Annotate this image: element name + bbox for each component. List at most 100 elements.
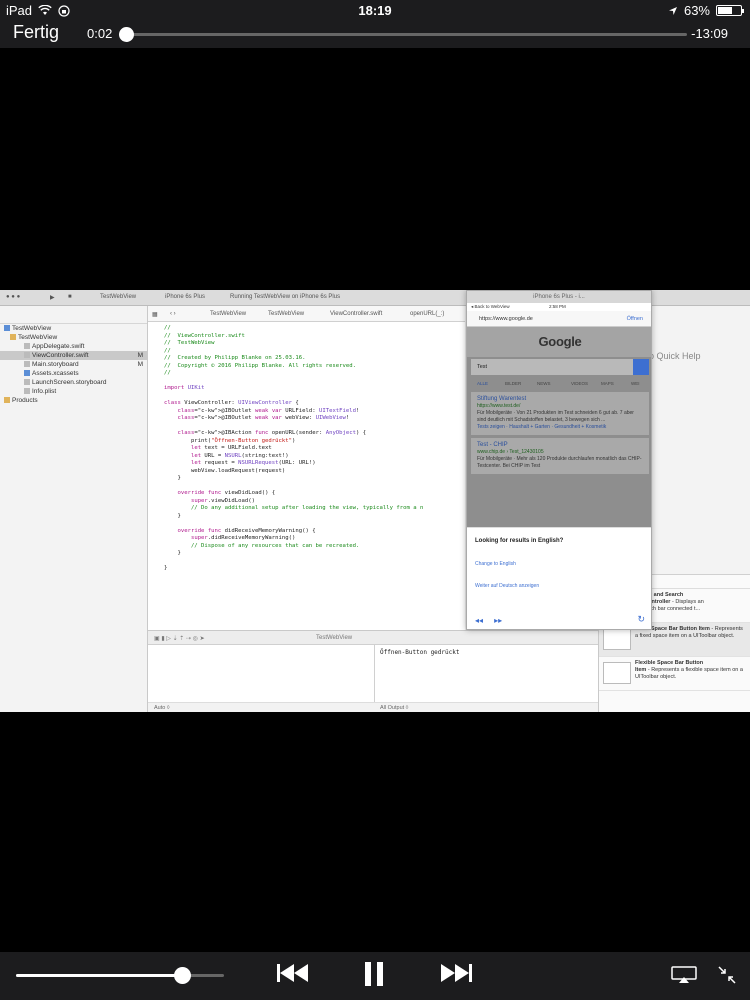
- debug-controls-icons: ▣ ▮ ▷ ⇣ ⇡ ⇢ ◎ ➤: [154, 636, 205, 642]
- debug-bar: ▣ ▮ ▷ ⇣ ⇡ ⇢ ◎ ➤ TestWebView: [148, 631, 598, 645]
- code-line: let request = NSURLRequest(URL: URL!): [190, 460, 316, 466]
- navigator-row[interactable]: Info.plist: [0, 387, 147, 396]
- search-icon[interactable]: [633, 359, 649, 375]
- volume-knob[interactable]: [174, 967, 192, 984]
- code-line: let text = URLField.text: [190, 445, 272, 451]
- url-field[interactable]: https://www.google.de: [479, 316, 533, 322]
- tab-videos[interactable]: VIDEOS: [571, 381, 588, 386]
- airplay-icon[interactable]: [671, 966, 697, 984]
- code-line: }: [164, 565, 168, 571]
- tab-more[interactable]: WEI: [631, 381, 640, 386]
- navigator-row[interactable]: TestWebView: [0, 333, 147, 342]
- url-bar: https://www.google.de Öffnen: [467, 311, 651, 327]
- search-result[interactable]: Stiftung Warentest https://www.test.de/ …: [471, 392, 649, 435]
- player-controls: [0, 952, 750, 1000]
- code-editor[interactable]: //// ViewController.swift// TestWebView /…: [148, 322, 465, 630]
- remaining-time: -13:09: [691, 26, 728, 41]
- search-result[interactable]: Test - CHIP www.chip.de › Test_12430105 …: [471, 438, 649, 474]
- open-button[interactable]: Öffnen: [627, 316, 643, 322]
- battery-icon: [716, 5, 744, 16]
- navigator-row[interactable]: AppDelegate.swift: [0, 342, 147, 351]
- code-line: // Dispose of any resources that can be …: [164, 542, 360, 549]
- language-prompt: Looking for results in English? Change t…: [467, 527, 651, 629]
- variables-scope[interactable]: Auto ◊: [154, 705, 170, 711]
- debug-area: ▣ ▮ ▷ ⇣ ⇡ ⇢ ◎ ➤ TestWebView Öffnen-Butto…: [148, 630, 598, 712]
- code-line: //: [164, 347, 171, 354]
- console-filter[interactable]: All Output ◊: [380, 705, 408, 711]
- volume-slider[interactable]: [16, 967, 224, 984]
- library-item[interactable]: Flexible Space Bar Button Item - Represe…: [599, 657, 750, 691]
- jump-bar: ▦ ‹ › TestWebView TestWebView ViewContro…: [148, 306, 465, 322]
- tab-images[interactable]: BILDER: [505, 381, 521, 386]
- volume-level: [16, 974, 183, 977]
- scheme-name: TestWebView: [100, 294, 137, 300]
- ios-simulator: iPhone 6s Plus - i... ◂ Back to WebView …: [466, 290, 652, 630]
- simulator-status-bar: ◂ Back to WebView 2:58 PM: [467, 303, 651, 311]
- plist-icon: [24, 388, 30, 394]
- status-time: 18:19: [358, 3, 392, 18]
- google-search-box[interactable]: Test: [471, 359, 649, 375]
- browser-back-forward-icon[interactable]: ◂◂ ▸▸: [475, 616, 502, 625]
- battery-level: [718, 7, 732, 14]
- back-forward-icon: ‹ ›: [170, 311, 176, 317]
- done-button[interactable]: Fertig: [13, 22, 59, 43]
- tab-news[interactable]: NEWS: [537, 381, 551, 386]
- tab-maps[interactable]: MAPS: [601, 381, 614, 386]
- back-to-app[interactable]: ◂ Back to WebView: [471, 304, 510, 310]
- code-line: //: [164, 370, 171, 376]
- code-line: class="c-kw">@IBOutlet weak var webView:…: [177, 415, 350, 421]
- reload-icon[interactable]: ↻: [637, 614, 645, 625]
- code-line: super.viewDidLoad(): [190, 497, 255, 504]
- storyboard-icon: [24, 361, 30, 367]
- jump-project[interactable]: TestWebView: [210, 311, 246, 317]
- code-line: super.didReceiveMemoryWarning(): [190, 535, 296, 541]
- code-line: // Copyright © 2016 Philipp Blanke. All …: [164, 362, 356, 369]
- library-item-thumbnail: [603, 662, 631, 684]
- window-controls: ● ● ●: [6, 294, 21, 300]
- rewind-icon[interactable]: [277, 962, 309, 984]
- folder-icon: [10, 334, 16, 340]
- change-to-english-link[interactable]: Change to English: [475, 561, 516, 567]
- scrubber[interactable]: [118, 27, 687, 42]
- tab-all[interactable]: ALLE: [477, 381, 488, 386]
- library-item-thumbnail: [603, 628, 631, 650]
- code-line: override func viewDidLoad() {: [177, 490, 276, 496]
- stop-icon: ■: [68, 294, 72, 300]
- navigator-row[interactable]: Assets.xcassets: [0, 369, 147, 378]
- video-frame[interactable]: ● ● ● ▶ ■ TestWebView iPhone 6s Plus Run…: [0, 290, 750, 712]
- code-line: print("Öffnen-Button gedrückt"): [164, 437, 296, 444]
- code-line: webView.loadRequest(request): [164, 467, 286, 474]
- simulator-clock: 2:58 PM: [549, 304, 566, 309]
- code-line: //: [164, 325, 171, 331]
- navigator-row[interactable]: LaunchScreen.storyboard: [0, 378, 147, 387]
- debug-footer: Auto ◊ All Output ◊: [148, 702, 598, 712]
- jump-file[interactable]: ViewController.swift: [330, 311, 382, 317]
- fast-forward-icon[interactable]: [440, 962, 472, 984]
- ios-status-bar: iPad 18:19 63%: [0, 0, 750, 20]
- navigator-row[interactable]: Products: [0, 396, 147, 405]
- project-icon: [4, 325, 10, 331]
- code-line: class="c-kw">@IBAction func openURL(send…: [177, 430, 367, 436]
- web-view[interactable]: Google Test ALLE BILDER NEWS VIDEOS MAPS…: [467, 327, 651, 527]
- location-arrow-icon: [668, 6, 677, 15]
- jump-group[interactable]: TestWebView: [268, 311, 304, 317]
- pause-icon[interactable]: [364, 962, 384, 986]
- google-header: Google: [467, 327, 651, 357]
- navigator-row[interactable]: Main.storyboard M: [0, 360, 147, 369]
- keep-german-link[interactable]: Weiter auf Deutsch anzeigen: [475, 583, 539, 589]
- navigator-row[interactable]: TestWebView: [0, 324, 147, 333]
- folder-icon: [4, 397, 10, 403]
- code-line: // ViewController.swift: [164, 332, 245, 339]
- jump-symbol[interactable]: openURL(_:): [410, 311, 444, 317]
- elapsed-time: 0:02: [87, 26, 113, 41]
- scrubber-knob[interactable]: [118, 27, 134, 42]
- exit-fullscreen-icon[interactable]: [718, 966, 736, 984]
- code-line: }: [164, 550, 181, 556]
- navigator-row-selected[interactable]: ViewController.swift M: [0, 351, 147, 360]
- code-line: class="c-kw">@IBOutlet weak var URLField…: [177, 407, 360, 414]
